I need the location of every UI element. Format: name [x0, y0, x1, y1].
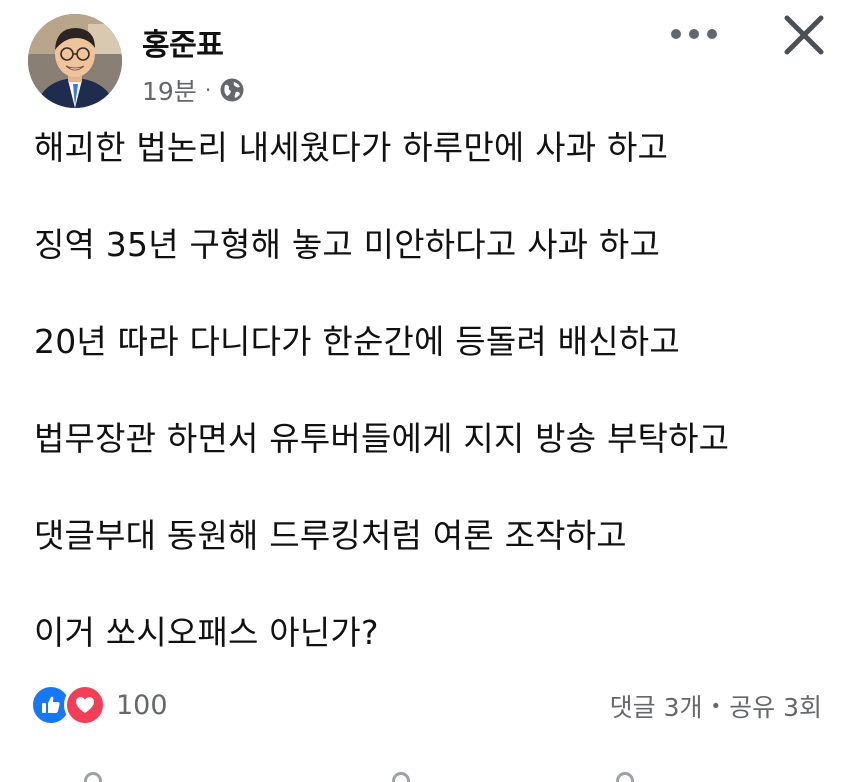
comment-action-icon[interactable]: [392, 772, 410, 782]
love-icon: [64, 684, 106, 726]
author-avatar[interactable]: [28, 14, 122, 108]
post-body: 해괴한 법논리 내세웠다가 하루만에 사과 하고 징역 35년 구형해 놓고 미…: [34, 128, 834, 710]
reaction-icons: [30, 684, 108, 726]
post-line: 댓글부대 동원해 드루킹처럼 여론 조작하고: [34, 516, 627, 555]
more-options-button[interactable]: [664, 14, 724, 54]
post-line: 징역 35년 구형해 놓고 미안하다고 사과 하고: [34, 225, 661, 264]
stats-separator: •: [710, 695, 722, 717]
shares-count-link[interactable]: 공유 3회: [729, 688, 822, 724]
post-line: 해괴한 법논리 내세웠다가 하루만에 사과 하고: [34, 128, 669, 167]
author-name[interactable]: 홍준표: [142, 20, 224, 64]
globe-icon: [219, 77, 245, 103]
action-bar-partial: [0, 760, 850, 782]
more-dots-icon: [671, 29, 717, 39]
close-icon: [784, 15, 824, 55]
close-button[interactable]: [776, 10, 832, 60]
post-line: 법무장관 하면서 유투버들에게 지지 방송 부탁하고: [34, 419, 730, 458]
avatar-photo: [28, 14, 122, 108]
post-time[interactable]: 19분: [142, 72, 197, 108]
reactions-summary[interactable]: 100: [30, 684, 168, 726]
post-stats: 댓글 3개 • 공유 3회: [610, 688, 822, 724]
comments-count-link[interactable]: 댓글 3개: [610, 688, 703, 724]
reaction-count: 100: [116, 689, 168, 721]
share-action-icon[interactable]: [616, 772, 634, 782]
like-action-icon[interactable]: [84, 772, 102, 782]
meta-separator: ·: [204, 78, 212, 102]
post-line: 20년 따라 다니다가 한순간에 등돌려 배신하고: [34, 322, 680, 361]
facebook-post: 홍준표 19분 · 해괴한 법논리 내세웠다가 하루만에 사과 하고 징역 35…: [0, 0, 850, 782]
post-meta: 19분 ·: [142, 72, 245, 108]
